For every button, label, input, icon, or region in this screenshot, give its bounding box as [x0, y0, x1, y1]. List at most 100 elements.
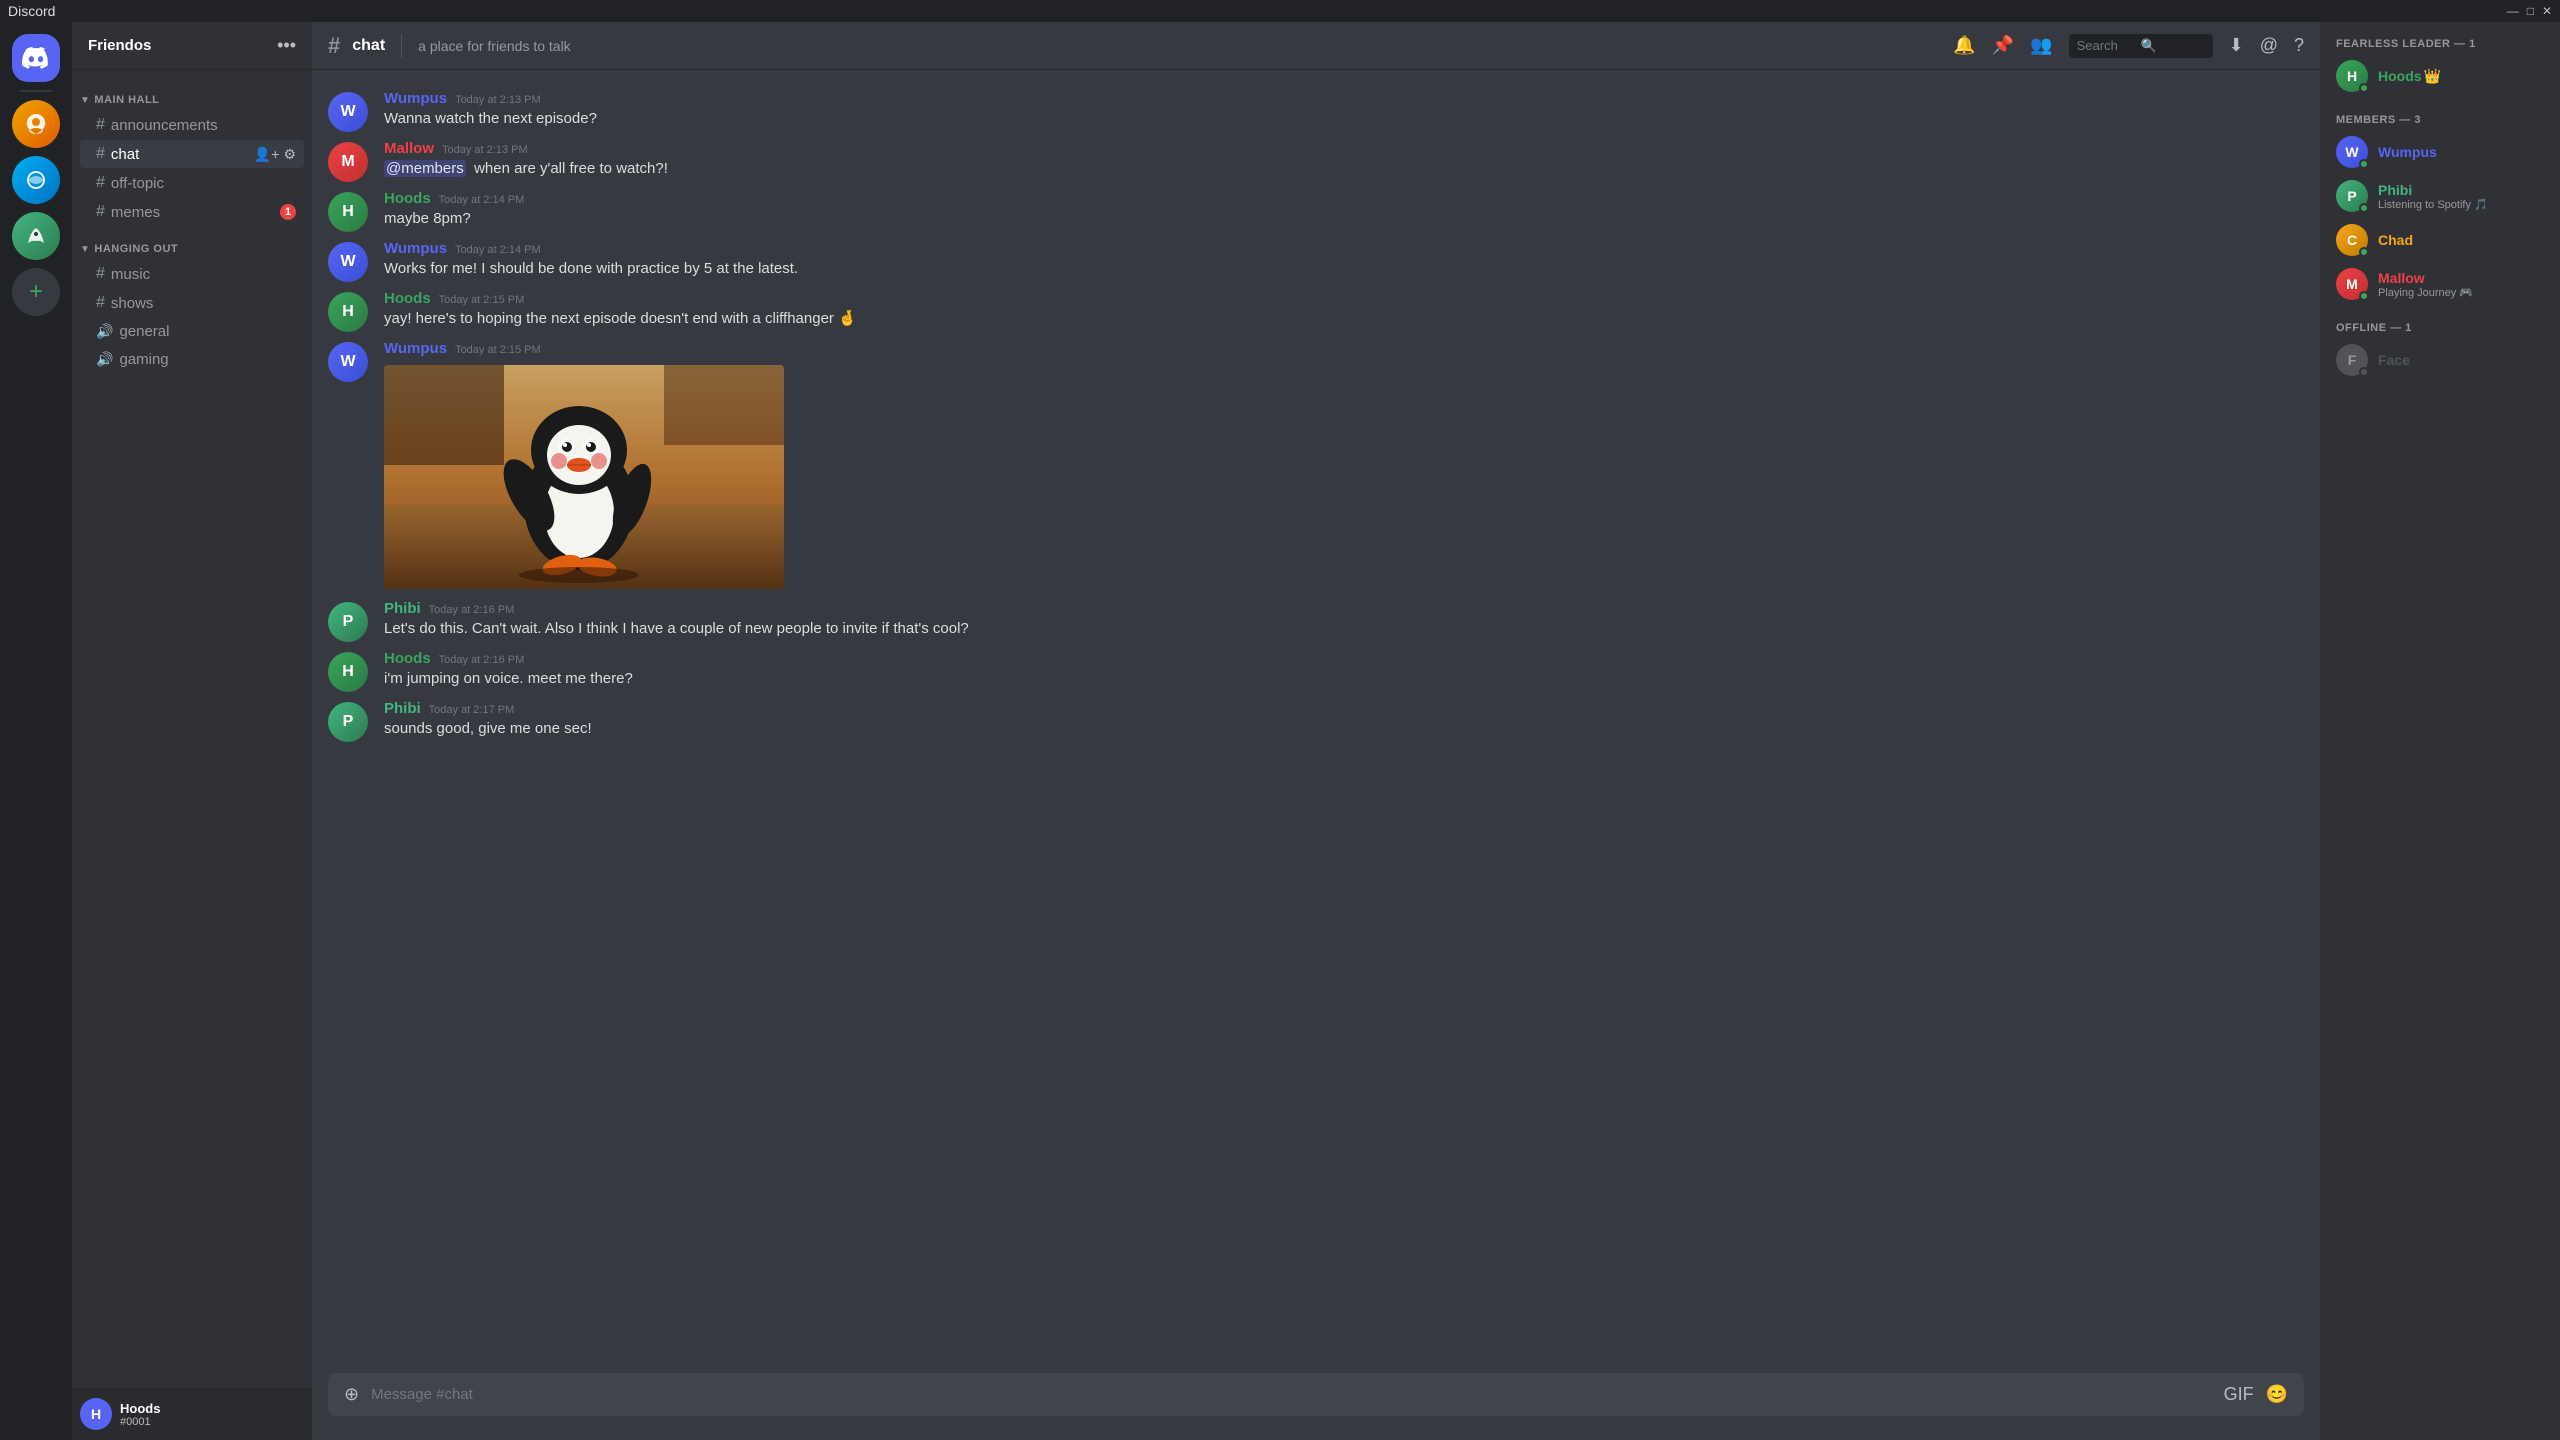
channel-sidebar: Friendos ••• ▼ MAIN HALL # announcements… — [72, 22, 312, 1440]
messages-area[interactable]: W Wumpus Today at 2:13 PM Wanna watch th… — [312, 70, 2320, 1373]
channel-header: # chat a place for friends to talk 🔔 📌 👥… — [312, 22, 2320, 70]
member-item-wumpus[interactable]: W Wumpus — [2328, 130, 2552, 174]
hash-icon: # — [96, 265, 105, 283]
channel-announcements[interactable]: # announcements — [80, 111, 304, 139]
member-avatar-phibi: P — [2336, 180, 2368, 212]
channel-memes[interactable]: # memes 1 — [80, 198, 304, 226]
close-button[interactable]: ✕ — [2542, 4, 2552, 18]
hash-icon: # — [96, 294, 105, 312]
server-icon-3[interactable] — [12, 212, 60, 260]
member-avatar-wumpus: W — [2336, 136, 2368, 168]
members-header: MEMBERS — 3 — [2328, 98, 2552, 130]
fearless-leader-header: FEARLESS LEADER — 1 — [2328, 38, 2552, 54]
server-icon-1[interactable] — [12, 100, 60, 148]
header-icons: 🔔 📌 👥 Search 🔍 ⬇ @ ? — [1953, 34, 2304, 58]
status-dot-online — [2359, 203, 2369, 213]
server-icon-discord[interactable] — [12, 34, 60, 82]
message-author[interactable]: Hoods — [384, 290, 431, 307]
channel-name-memes: memes — [111, 204, 280, 221]
avatar-phibi: P — [328, 702, 368, 742]
current-user-avatar: H — [80, 1398, 112, 1430]
message-text: i'm jumping on voice. meet me there? — [384, 669, 2304, 690]
search-placeholder: Search — [2077, 38, 2141, 53]
search-bar[interactable]: Search 🔍 — [2069, 34, 2213, 58]
message-author[interactable]: Hoods — [384, 650, 431, 667]
message-author[interactable]: Wumpus — [384, 240, 447, 257]
emoji-icon[interactable]: 😊 — [2266, 1384, 2288, 1405]
bell-icon[interactable]: 🔔 — [1953, 35, 1975, 56]
offline-header: OFFLINE — 1 — [2328, 306, 2552, 338]
channel-hash-icon: # — [328, 33, 340, 59]
channel-name-off-topic: off-topic — [111, 175, 296, 192]
message-author[interactable]: Wumpus — [384, 90, 447, 107]
message-timestamp: Today at 2:16 PM — [439, 654, 525, 666]
message-author[interactable]: Phibi — [384, 600, 421, 617]
channel-chat[interactable]: # chat 👤+ ⚙ — [80, 140, 304, 168]
member-activity-phibi: Listening to Spotify 🎵 — [2378, 198, 2544, 211]
avatar-hoods: H — [328, 292, 368, 332]
message-content: Phibi Today at 2:17 PM sounds good, give… — [384, 700, 2304, 742]
message-content: Hoods Today at 2:16 PM i'm jumping on vo… — [384, 650, 2304, 692]
message-header: Wumpus Today at 2:13 PM — [384, 90, 2304, 107]
server-divider — [20, 90, 52, 92]
settings-icon[interactable]: ⚙ — [283, 146, 296, 163]
header-divider — [401, 34, 402, 58]
message-header: Hoods Today at 2:16 PM — [384, 650, 2304, 667]
minimize-button[interactable]: — — [2507, 4, 2519, 18]
message-timestamp: Today at 2:15 PM — [439, 294, 525, 306]
message-author[interactable]: Phibi — [384, 700, 421, 717]
maximize-button[interactable]: □ — [2527, 4, 2534, 18]
channel-off-topic[interactable]: # off-topic — [80, 169, 304, 197]
channel-shows[interactable]: # shows — [80, 289, 304, 317]
server-header[interactable]: Friendos ••• — [72, 22, 312, 70]
category-hanging-out[interactable]: ▼ HANGING OUT — [72, 227, 312, 259]
add-member-icon[interactable]: 👤+ — [254, 146, 280, 163]
category-main-hall[interactable]: ▼ MAIN HALL — [72, 78, 312, 110]
members-icon[interactable]: 👥 — [2030, 35, 2052, 56]
help-icon[interactable]: ? — [2294, 35, 2304, 56]
search-icon: 🔍 — [2141, 38, 2205, 54]
channel-name-general: general — [119, 323, 296, 340]
member-info: Mallow Playing Journey 🎮 — [2378, 270, 2544, 299]
add-server-button[interactable]: + — [12, 268, 60, 316]
member-item-phibi[interactable]: P Phibi Listening to Spotify 🎵 — [2328, 174, 2552, 218]
message-timestamp: Today at 2:14 PM — [439, 194, 525, 206]
channel-name-announcements: announcements — [111, 117, 296, 134]
message-author[interactable]: Wumpus — [384, 340, 447, 357]
channel-actions: 👤+ ⚙ — [254, 146, 296, 163]
main-content: # chat a place for friends to talk 🔔 📌 👥… — [312, 22, 2320, 1440]
titlebar-title: Discord — [8, 3, 55, 19]
message-text: sounds good, give me one sec! — [384, 719, 2304, 740]
hash-icon: # — [96, 203, 105, 221]
category-label-main-hall: MAIN HALL — [94, 94, 159, 106]
speaker-icon: 🔊 — [96, 351, 113, 368]
message-text: @members when are y'all free to watch?! — [384, 159, 2304, 180]
add-file-icon[interactable]: ⊕ — [344, 1384, 359, 1405]
message-input-placeholder[interactable]: Message #chat — [371, 1386, 2211, 1403]
member-name-mallow: Mallow — [2378, 270, 2544, 286]
member-item-face[interactable]: F Face — [2328, 338, 2552, 382]
message-author[interactable]: Hoods — [384, 190, 431, 207]
message-input-area: ⊕ Message #chat GIF 😊 — [312, 1373, 2320, 1440]
status-dot-online — [2359, 291, 2369, 301]
member-item-mallow[interactable]: M Mallow Playing Journey 🎮 — [2328, 262, 2552, 306]
mention-icon[interactable]: @ — [2260, 35, 2278, 56]
member-info: Phibi Listening to Spotify 🎵 — [2378, 182, 2544, 211]
member-item-chad[interactable]: C Chad — [2328, 218, 2552, 262]
channel-gaming-voice[interactable]: 🔊 gaming — [80, 346, 304, 373]
message-author[interactable]: Mallow — [384, 140, 434, 157]
gif-icon[interactable]: GIF — [2224, 1384, 2254, 1405]
member-item-hoods-leader[interactable]: H Hoods 👑 — [2328, 54, 2552, 98]
message-content: Hoods Today at 2:14 PM maybe 8pm? — [384, 190, 2304, 232]
channel-general-voice[interactable]: 🔊 general — [80, 318, 304, 345]
member-avatar-chad: C — [2336, 224, 2368, 256]
mention-tag[interactable]: @members — [384, 160, 466, 177]
user-panel: H Hoods #0001 — [72, 1388, 312, 1440]
pin-icon[interactable]: 📌 — [1992, 35, 2014, 56]
server-icon-2[interactable] — [12, 156, 60, 204]
message-timestamp: Today at 2:16 PM — [429, 604, 515, 616]
channel-music[interactable]: # music — [80, 260, 304, 288]
category-arrow: ▼ — [80, 244, 90, 255]
download-icon[interactable]: ⬇ — [2229, 35, 2244, 56]
message-input[interactable]: ⊕ Message #chat GIF 😊 — [328, 1373, 2304, 1416]
